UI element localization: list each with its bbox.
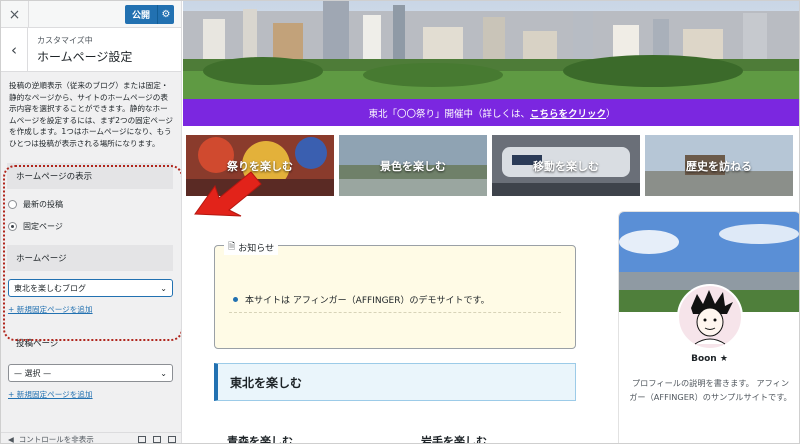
tablet-icon[interactable] <box>153 435 161 443</box>
homepage-label: ホームページ <box>7 245 173 271</box>
profile-card: Boon ★ プロフィールの説明を書きます。 アフィンガー（AFFINGER）の… <box>618 211 799 443</box>
announcement-banner: 東北「〇〇祭り」開催中（詳しくは、 こちらをクリック ） <box>183 99 799 126</box>
banner-text: 東北「〇〇祭り」開催中（詳しくは、 <box>368 108 530 120</box>
site-preview: 東北「〇〇祭り」開催中（詳しくは、 こちらをクリック ） 祭りを楽しむ 景色を楽… <box>183 1 799 443</box>
document-icon: 🗎 <box>228 242 236 252</box>
category-label: 祭りを楽しむ <box>227 159 293 173</box>
section-subtitle: カスタマイズ中 <box>37 36 93 45</box>
notice-title-text: お知らせ <box>238 243 275 254</box>
category-card-travel[interactable]: 移動を楽しむ <box>492 135 640 196</box>
mobile-icon[interactable] <box>168 435 176 443</box>
add-posts-page-link[interactable]: + 新規固定ページを追加 <box>8 389 93 400</box>
section-description: 投稿の逆順表示（従来のブログ）または固定・静的なページから、サイトのホームページ… <box>9 81 173 148</box>
category-card-history[interactable]: 歴史を訪ねる <box>645 135 793 196</box>
collapse-icon[interactable]: ◀ <box>8 435 14 444</box>
radio-icon[interactable] <box>8 200 17 209</box>
customizer-window: × 公開 ⚙ ‹ カスタマイズ中 ホームページ設定 投稿の逆順表示（従来のブログ… <box>0 0 800 444</box>
profile-description: プロフィールの説明を書きます。 アフィンガー（AFFINGER）のサンプルサイト… <box>629 378 792 402</box>
banner-suffix: ） <box>606 108 616 120</box>
category-label: 移動を楽しむ <box>533 159 599 173</box>
category-card-scenery[interactable]: 景色を楽しむ <box>339 135 487 196</box>
desktop-icon[interactable] <box>138 435 146 443</box>
profile-avatar[interactable] <box>677 284 743 350</box>
notice-title: 🗎 お知らせ <box>224 239 279 255</box>
radio-label: 最新の投稿 <box>23 200 63 209</box>
notice-box: 🗎 お知らせ 本サイトは アフィンガー（AFFINGER）のデモサイトです。 <box>214 239 576 349</box>
posts-page-label: 投稿ページ <box>7 330 173 356</box>
section-heading: 東北を楽しむ <box>214 363 576 401</box>
hide-controls-button[interactable]: コントロールを非表示 <box>19 434 94 444</box>
gear-icon[interactable]: ⚙ <box>157 5 174 24</box>
sub-heading-iwate[interactable]: 岩手を楽しむ <box>421 433 487 443</box>
posts-page-select-value: — 選択 — <box>14 368 52 378</box>
device-preview-buttons <box>138 435 181 443</box>
profile-name: Boon ★ <box>691 354 728 364</box>
radio-static-page[interactable]: 固定ページ <box>8 221 181 232</box>
section-title: ホームページ設定 <box>37 50 133 64</box>
category-cards: 祭りを楽しむ 景色を楽しむ 移動を楽しむ 歴史を訪ねる <box>186 135 799 196</box>
notice-divider <box>229 312 561 313</box>
chevron-down-icon: ⌄ <box>160 368 167 378</box>
bullet-icon <box>233 297 238 302</box>
sub-heading-aomori[interactable]: 青森を楽しむ <box>227 433 293 443</box>
chevron-down-icon: ⌄ <box>160 283 167 293</box>
back-icon[interactable]: ‹ <box>1 28 28 72</box>
category-card-festival[interactable]: 祭りを楽しむ <box>186 135 334 196</box>
notice-item-text: 本サイトは アフィンガー（AFFINGER）のデモサイトです。 <box>245 296 490 306</box>
category-label: 景色を楽しむ <box>380 159 446 173</box>
radio-latest-posts[interactable]: 最新の投稿 <box>8 199 181 210</box>
customizer-sidebar: × 公開 ⚙ ‹ カスタマイズ中 ホームページ設定 投稿の逆順表示（従来のブログ… <box>1 1 182 444</box>
homepage-display-label: ホームページの表示 <box>7 163 173 189</box>
publish-label: 公開 <box>131 11 150 21</box>
notice-item[interactable]: 本サイトは アフィンガー（AFFINGER）のデモサイトです。 <box>233 293 490 306</box>
banner-link[interactable]: こちらをクリック <box>530 106 606 120</box>
radio-label: 固定ページ <box>23 222 63 231</box>
add-homepage-link[interactable]: + 新規固定ページを追加 <box>8 304 93 315</box>
radio-checked-icon[interactable] <box>8 222 17 231</box>
section-header: ‹ カスタマイズ中 ホームページ設定 <box>1 28 181 72</box>
customizer-topbar: × 公開 ⚙ <box>1 1 181 28</box>
publish-button[interactable]: 公開 ⚙ <box>124 5 174 24</box>
homepage-select[interactable]: 東北を楽しむブログ ⌄ <box>8 279 173 297</box>
close-icon[interactable]: × <box>1 1 29 28</box>
homepage-select-value: 東北を楽しむブログ <box>14 283 86 293</box>
posts-page-select[interactable]: — 選択 — ⌄ <box>8 364 173 382</box>
sidebar-footer: ◀ コントロールを非表示 <box>1 432 181 444</box>
category-label: 歴史を訪ねる <box>686 159 752 173</box>
hero-city-image <box>183 1 799 99</box>
